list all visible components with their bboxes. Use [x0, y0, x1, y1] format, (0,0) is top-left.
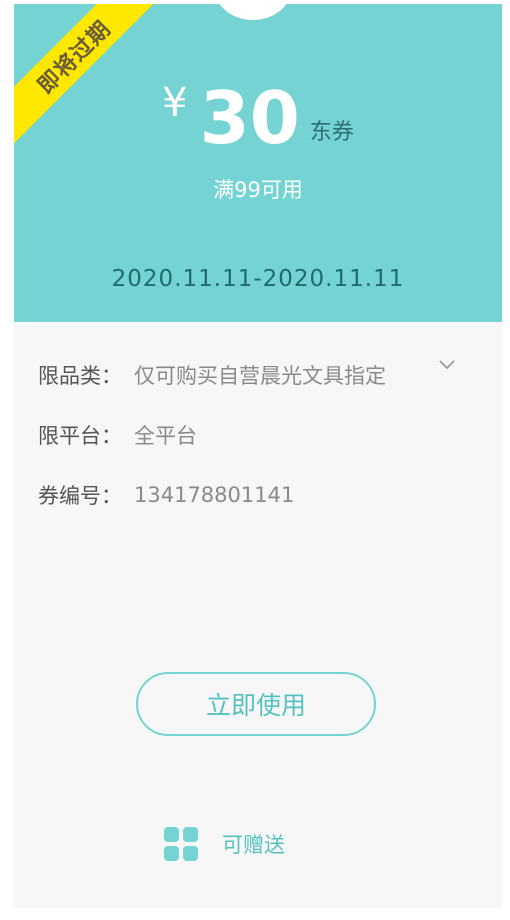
- ticket-notch: [214, 4, 292, 20]
- usage-condition: 满99可用: [213, 178, 303, 202]
- coupon-amount: ¥ 30 东券: [14, 74, 502, 154]
- coupon-number-row: 券编号： 134178801141: [38, 480, 294, 510]
- chevron-down-icon[interactable]: [438, 356, 456, 374]
- coupon-card: 即将过期 ¥ 30 东券 满99可用 2020.11.11-2020.11.11…: [14, 4, 502, 908]
- giftable-label: 可赠送: [222, 833, 285, 857]
- platform-restriction-row: 限平台： 全平台: [38, 420, 197, 450]
- amount-value: 30: [199, 76, 300, 160]
- category-restriction-label: 限品类：: [38, 364, 122, 388]
- category-restriction-row[interactable]: 限品类： 仅可购买自营晨光文具指定: [38, 360, 386, 390]
- coupon-number-label: 券编号：: [38, 484, 122, 508]
- giftable-link[interactable]: 可赠送: [164, 826, 285, 862]
- coupon-header: 即将过期 ¥ 30 东券 满99可用 2020.11.11-2020.11.11: [14, 4, 502, 322]
- platform-restriction-label: 限平台：: [38, 424, 122, 448]
- platform-restriction-value: 全平台: [134, 424, 197, 448]
- category-restriction-value: 仅可购买自营晨光文具指定: [134, 364, 386, 388]
- coupon-unit: 东券: [309, 120, 354, 145]
- use-now-button[interactable]: 立即使用: [136, 672, 376, 736]
- grid-icon: [164, 827, 198, 861]
- currency-symbol: ¥: [162, 80, 188, 126]
- scalloped-edge: [14, 316, 502, 322]
- coupon-number-value: 134178801141: [134, 483, 295, 507]
- validity-period: 2020.11.11-2020.11.11: [111, 266, 405, 292]
